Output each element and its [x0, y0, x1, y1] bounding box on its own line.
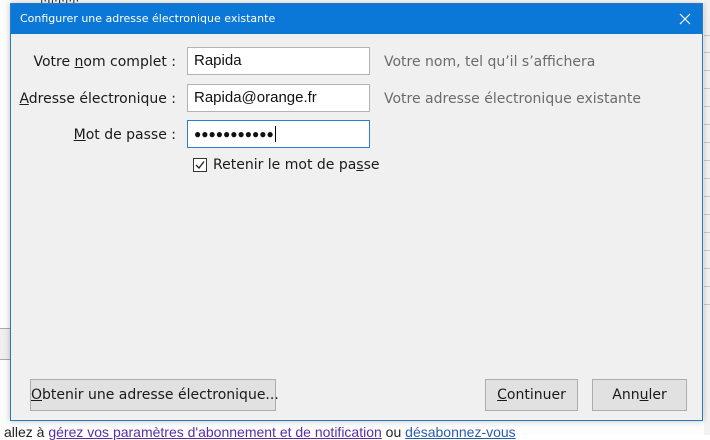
password-label: Mot de passe : — [11, 127, 176, 143]
email-value: Rapida@orange.fr — [194, 89, 317, 106]
label-part: ontinuer — [506, 387, 566, 403]
label-part: Ann — [612, 387, 640, 403]
account-setup-dialog: Configurer une adresse électronique exis… — [10, 3, 703, 421]
background-footer-text: allez à gérez vos paramètres d'abonnemen… — [4, 424, 516, 440]
full-name-value: Rapida — [194, 52, 242, 69]
dialog-titlebar[interactable]: Configurer une adresse électronique exis… — [11, 4, 702, 34]
email-hint: Votre adresse électronique existante — [384, 91, 642, 107]
footer-prefix: allez à — [4, 424, 49, 440]
manage-subscription-link[interactable]: gérez vos paramètres d'abonnement et de … — [48, 424, 381, 440]
label-accesskey: A — [19, 91, 29, 107]
checkmark-icon — [195, 161, 205, 170]
label-part: se — [363, 157, 380, 173]
unsubscribe-link[interactable]: désabonnez-vous — [405, 424, 516, 440]
password-masked-value: ●●●●●●●●●●● — [194, 127, 274, 141]
email-label: Adresse électronique : — [11, 91, 176, 107]
get-new-address-button[interactable]: Obtenir une adresse électronique... — [30, 379, 279, 411]
email-input[interactable]: Rapida@orange.fr — [187, 84, 370, 112]
label-accesskey: C — [497, 387, 507, 403]
text-caret — [274, 126, 276, 143]
label-part: om complet : — [83, 54, 176, 70]
password-input[interactable]: ●●●●●●●●●●● — [187, 120, 370, 148]
label-part: ot de passe : — [85, 127, 176, 143]
label-part: btenir une adresse électronique... — [42, 387, 279, 403]
footer-middle: ou — [381, 424, 406, 440]
label-part: Votre — [33, 54, 75, 70]
label-accesskey: O — [31, 387, 43, 403]
dialog-title: Configurer une adresse électronique exis… — [20, 12, 276, 25]
background-scroll-strip — [704, 0, 710, 435]
remember-password-label[interactable]: Retenir le mot de passe — [213, 157, 380, 173]
label-part: ler — [648, 387, 667, 403]
continue-button[interactable]: Continuer — [485, 379, 578, 411]
full-name-input[interactable]: Rapida — [187, 47, 370, 75]
label-accesskey: s — [356, 157, 364, 173]
close-icon — [679, 13, 691, 25]
background-toolbar-edge — [0, 328, 10, 360]
full-name-label: Votre nom complet : — [11, 54, 176, 70]
full-name-hint: Votre nom, tel qu’il s’affichera — [384, 54, 596, 70]
close-button[interactable] — [668, 4, 702, 34]
remember-password-checkbox[interactable] — [193, 158, 207, 172]
label-part: Retenir le mot de pa — [213, 157, 357, 173]
label-part: dresse électronique : — [28, 91, 176, 107]
cancel-button[interactable]: Annuler — [592, 379, 687, 411]
label-accesskey: M — [73, 127, 86, 143]
